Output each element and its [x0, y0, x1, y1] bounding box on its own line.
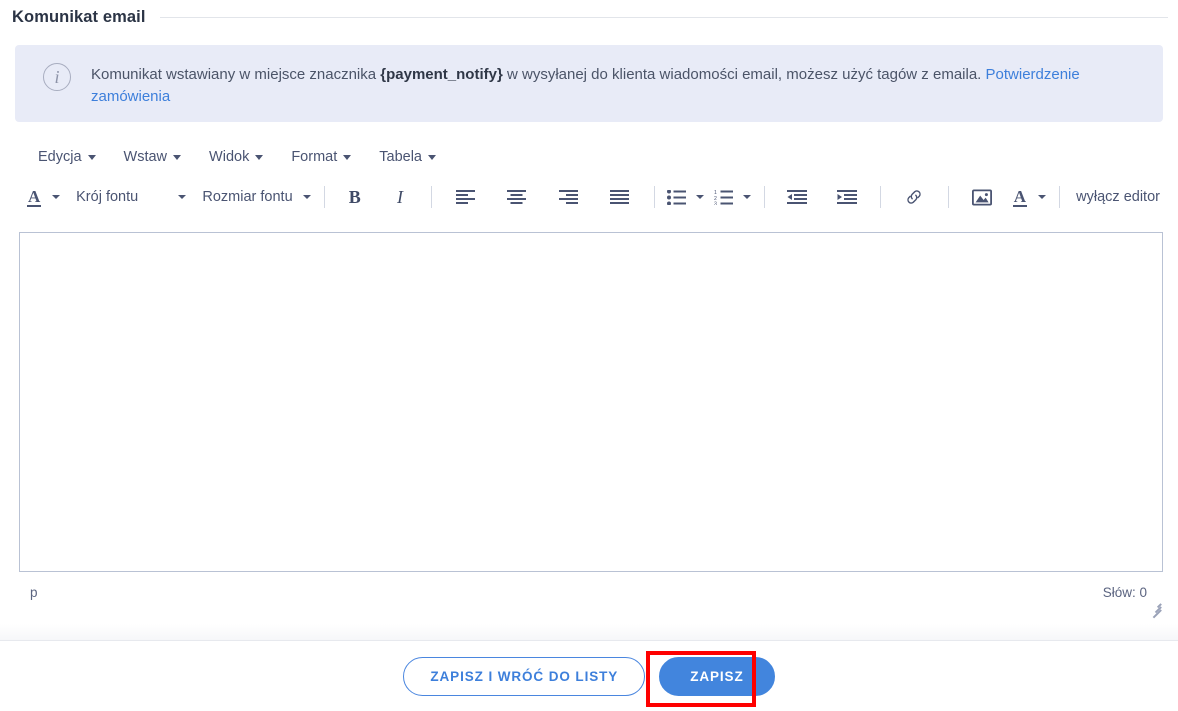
align-center-button[interactable]	[492, 182, 542, 212]
editor-menubar: Edycja Wstaw Widok Format Tabela	[0, 138, 1178, 176]
insert-link-button[interactable]	[889, 182, 939, 212]
font-size-select[interactable]: Rozmiar fontu	[192, 182, 314, 212]
image-icon	[972, 189, 993, 205]
menu-item-edycja[interactable]: Edycja	[27, 145, 107, 169]
align-left-button[interactable]	[440, 182, 490, 212]
section-header: Komunikat email	[0, 0, 1178, 34]
svg-text:3: 3	[714, 201, 717, 205]
font-family-select[interactable]: Krój fontu	[66, 182, 190, 212]
bold-button[interactable]: B	[333, 182, 377, 212]
editor-content-area[interactable]	[19, 232, 1163, 572]
bold-icon: B	[348, 186, 361, 207]
chevron-down-icon	[743, 195, 752, 199]
font-family-label: Krój fontu	[76, 189, 139, 205]
chevron-down-icon	[696, 195, 704, 199]
italic-icon: I	[397, 186, 404, 207]
outdent-icon	[787, 189, 808, 204]
align-justify-icon	[610, 189, 630, 204]
align-right-icon	[558, 189, 578, 204]
font-color-a-icon: A	[1012, 186, 1028, 207]
outdent-button[interactable]	[773, 182, 821, 212]
rich-text-editor: Edycja Wstaw Widok Format Tabela A Krój …	[0, 138, 1178, 218]
chevron-down-icon	[255, 154, 264, 160]
text-color-a-icon: A	[27, 186, 42, 207]
footer-shadow	[0, 624, 1178, 640]
save-and-back-button[interactable]: ZAPISZ I WRÓĆ DO LISTY	[403, 656, 646, 696]
align-center-icon	[507, 189, 527, 204]
chevron-down-icon	[178, 195, 187, 199]
bullet-list-button[interactable]	[663, 182, 708, 212]
menu-item-label: Wstaw	[123, 149, 168, 165]
numbered-list-icon: 1 2 3	[714, 190, 734, 205]
email-message-editor-page: Komunikat email i Komunikat wstawiany w …	[0, 0, 1178, 711]
italic-button[interactable]: I	[378, 182, 422, 212]
chevron-down-icon	[52, 195, 61, 199]
form-actions: ZAPISZ I WRÓĆ DO LISTY ZAPISZ	[0, 641, 1178, 711]
resize-grip-icon[interactable]	[1149, 600, 1162, 619]
menu-item-widok[interactable]: Widok	[198, 145, 274, 169]
menu-item-label: Edycja	[38, 149, 82, 165]
save-button[interactable]: ZAPISZ	[659, 656, 775, 696]
align-left-icon	[455, 189, 475, 204]
font-color-button[interactable]: A	[1009, 182, 1050, 212]
menu-item-label: Format	[291, 149, 338, 165]
element-path[interactable]: p	[19, 585, 38, 600]
indent-button[interactable]	[823, 182, 871, 212]
menu-item-label: Widok	[209, 149, 250, 165]
font-size-label: Rozmiar fontu	[202, 189, 293, 205]
info-icon-glyph: i	[54, 67, 60, 87]
align-right-button[interactable]	[543, 182, 593, 212]
payment-notify-tag: {payment_notify}	[380, 66, 503, 83]
editor-toolbar: A Krój fontu Rozmiar fontu B I 1 2 3 A w…	[0, 176, 1178, 218]
numbered-list-button[interactable]: 1 2 3	[710, 182, 755, 212]
page-title: Komunikat email	[12, 7, 146, 26]
insert-image-button[interactable]	[957, 182, 1007, 212]
menu-item-tabela[interactable]: Tabela	[368, 145, 447, 169]
menu-item-wstaw[interactable]: Wstaw	[113, 145, 193, 169]
link-icon	[907, 190, 921, 204]
alert-text-part1: Komunikat wstawiany w miejsce znacznika	[91, 66, 381, 83]
menu-item-format[interactable]: Format	[280, 145, 362, 169]
info-circle-icon: i	[43, 63, 71, 91]
chevron-down-icon	[1038, 195, 1047, 199]
info-alert-text: Komunikat wstawiany w miejsce znacznika …	[91, 59, 1126, 108]
header-divider	[159, 16, 1168, 18]
bullet-list-icon	[667, 189, 686, 205]
text-color-button[interactable]: A	[23, 182, 64, 212]
align-justify-button[interactable]	[595, 182, 645, 212]
chevron-down-icon	[427, 154, 436, 160]
chevron-down-icon	[343, 154, 352, 160]
chevron-down-icon	[87, 154, 96, 160]
disable-editor-link[interactable]: wyłącz editor	[1068, 189, 1168, 205]
info-alert: i Komunikat wstawiany w miejsce znacznik…	[15, 45, 1163, 122]
chevron-down-icon	[173, 154, 182, 160]
menu-item-label: Tabela	[379, 149, 422, 165]
word-count: Słów: 0	[1102, 584, 1147, 600]
alert-text-part2: w wysyłanej do klienta wiadomości email,…	[502, 66, 986, 83]
editor-statusbar: p Słów: 0	[19, 578, 1163, 619]
indent-icon	[836, 189, 857, 204]
chevron-down-icon	[302, 195, 311, 199]
